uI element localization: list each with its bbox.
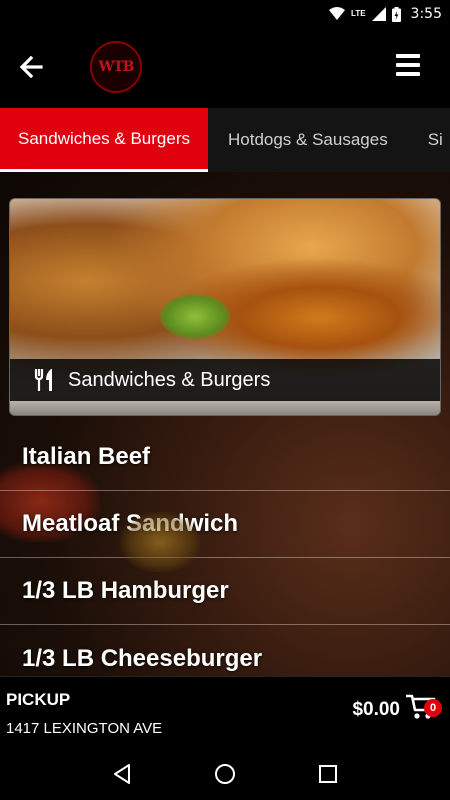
category-caption: Sandwiches & Burgers xyxy=(10,359,440,401)
tab-sandwiches-burgers[interactable]: Sandwiches & Burgers xyxy=(0,108,208,172)
category-card-label: Sandwiches & Burgers xyxy=(68,368,271,391)
logo-text: WTB xyxy=(98,59,135,75)
list-item[interactable]: Italian Beef xyxy=(0,424,450,491)
nav-back-icon xyxy=(113,764,130,784)
back-button[interactable] xyxy=(14,50,48,84)
battery-icon xyxy=(391,6,401,22)
tab-sides[interactable]: Si xyxy=(408,108,450,172)
menu-content: Sandwiches & Burgers Italian Beef Meatlo… xyxy=(0,172,450,676)
arrow-left-icon xyxy=(19,56,43,78)
nav-recents-icon xyxy=(319,765,338,783)
nav-home-button[interactable] xyxy=(210,759,240,789)
list-item[interactable]: 1/3 LB Hamburger xyxy=(0,558,450,625)
order-type-label: PICKUP xyxy=(6,690,71,709)
system-nav-bar xyxy=(0,748,450,800)
list-item[interactable]: Meatloaf Sandwich xyxy=(0,491,450,558)
cart-count-badge: 0 xyxy=(424,699,442,717)
wifi-icon xyxy=(329,7,346,20)
brand-logo[interactable]: WTB xyxy=(90,41,142,93)
nav-back-button[interactable] xyxy=(107,759,137,789)
cart-total: $0.00 xyxy=(352,699,400,720)
status-bar: LTE 3:55 xyxy=(0,0,450,28)
category-tabs: Sandwiches & Burgers Hotdogs & Sausages … xyxy=(0,108,450,172)
status-time: 3:55 xyxy=(410,6,442,22)
category-card[interactable]: Sandwiches & Burgers xyxy=(9,198,441,416)
nav-recents-button[interactable] xyxy=(313,759,343,789)
cart-bar[interactable]: PICKUP 1417 LEXINGTON AVE $0.00 0 xyxy=(0,676,450,748)
menu-list: Italian Beef Meatloaf Sandwich 1/3 LB Ha… xyxy=(0,424,450,676)
card-tray xyxy=(10,401,440,415)
list-item[interactable]: 1/3 LB Cheeseburger xyxy=(0,625,450,676)
fork-knife-icon xyxy=(34,369,52,391)
network-type: LTE xyxy=(351,9,366,18)
nav-home-icon xyxy=(214,764,235,784)
signal-icon xyxy=(371,7,386,21)
pickup-address: 1417 LEXINGTON AVE xyxy=(6,720,163,737)
app-bar: WTB xyxy=(0,28,450,108)
hamburger-menu-icon[interactable] xyxy=(396,54,420,76)
tab-hotdogs-sausages[interactable]: Hotdogs & Sausages xyxy=(208,108,408,172)
burger-image xyxy=(160,294,230,339)
